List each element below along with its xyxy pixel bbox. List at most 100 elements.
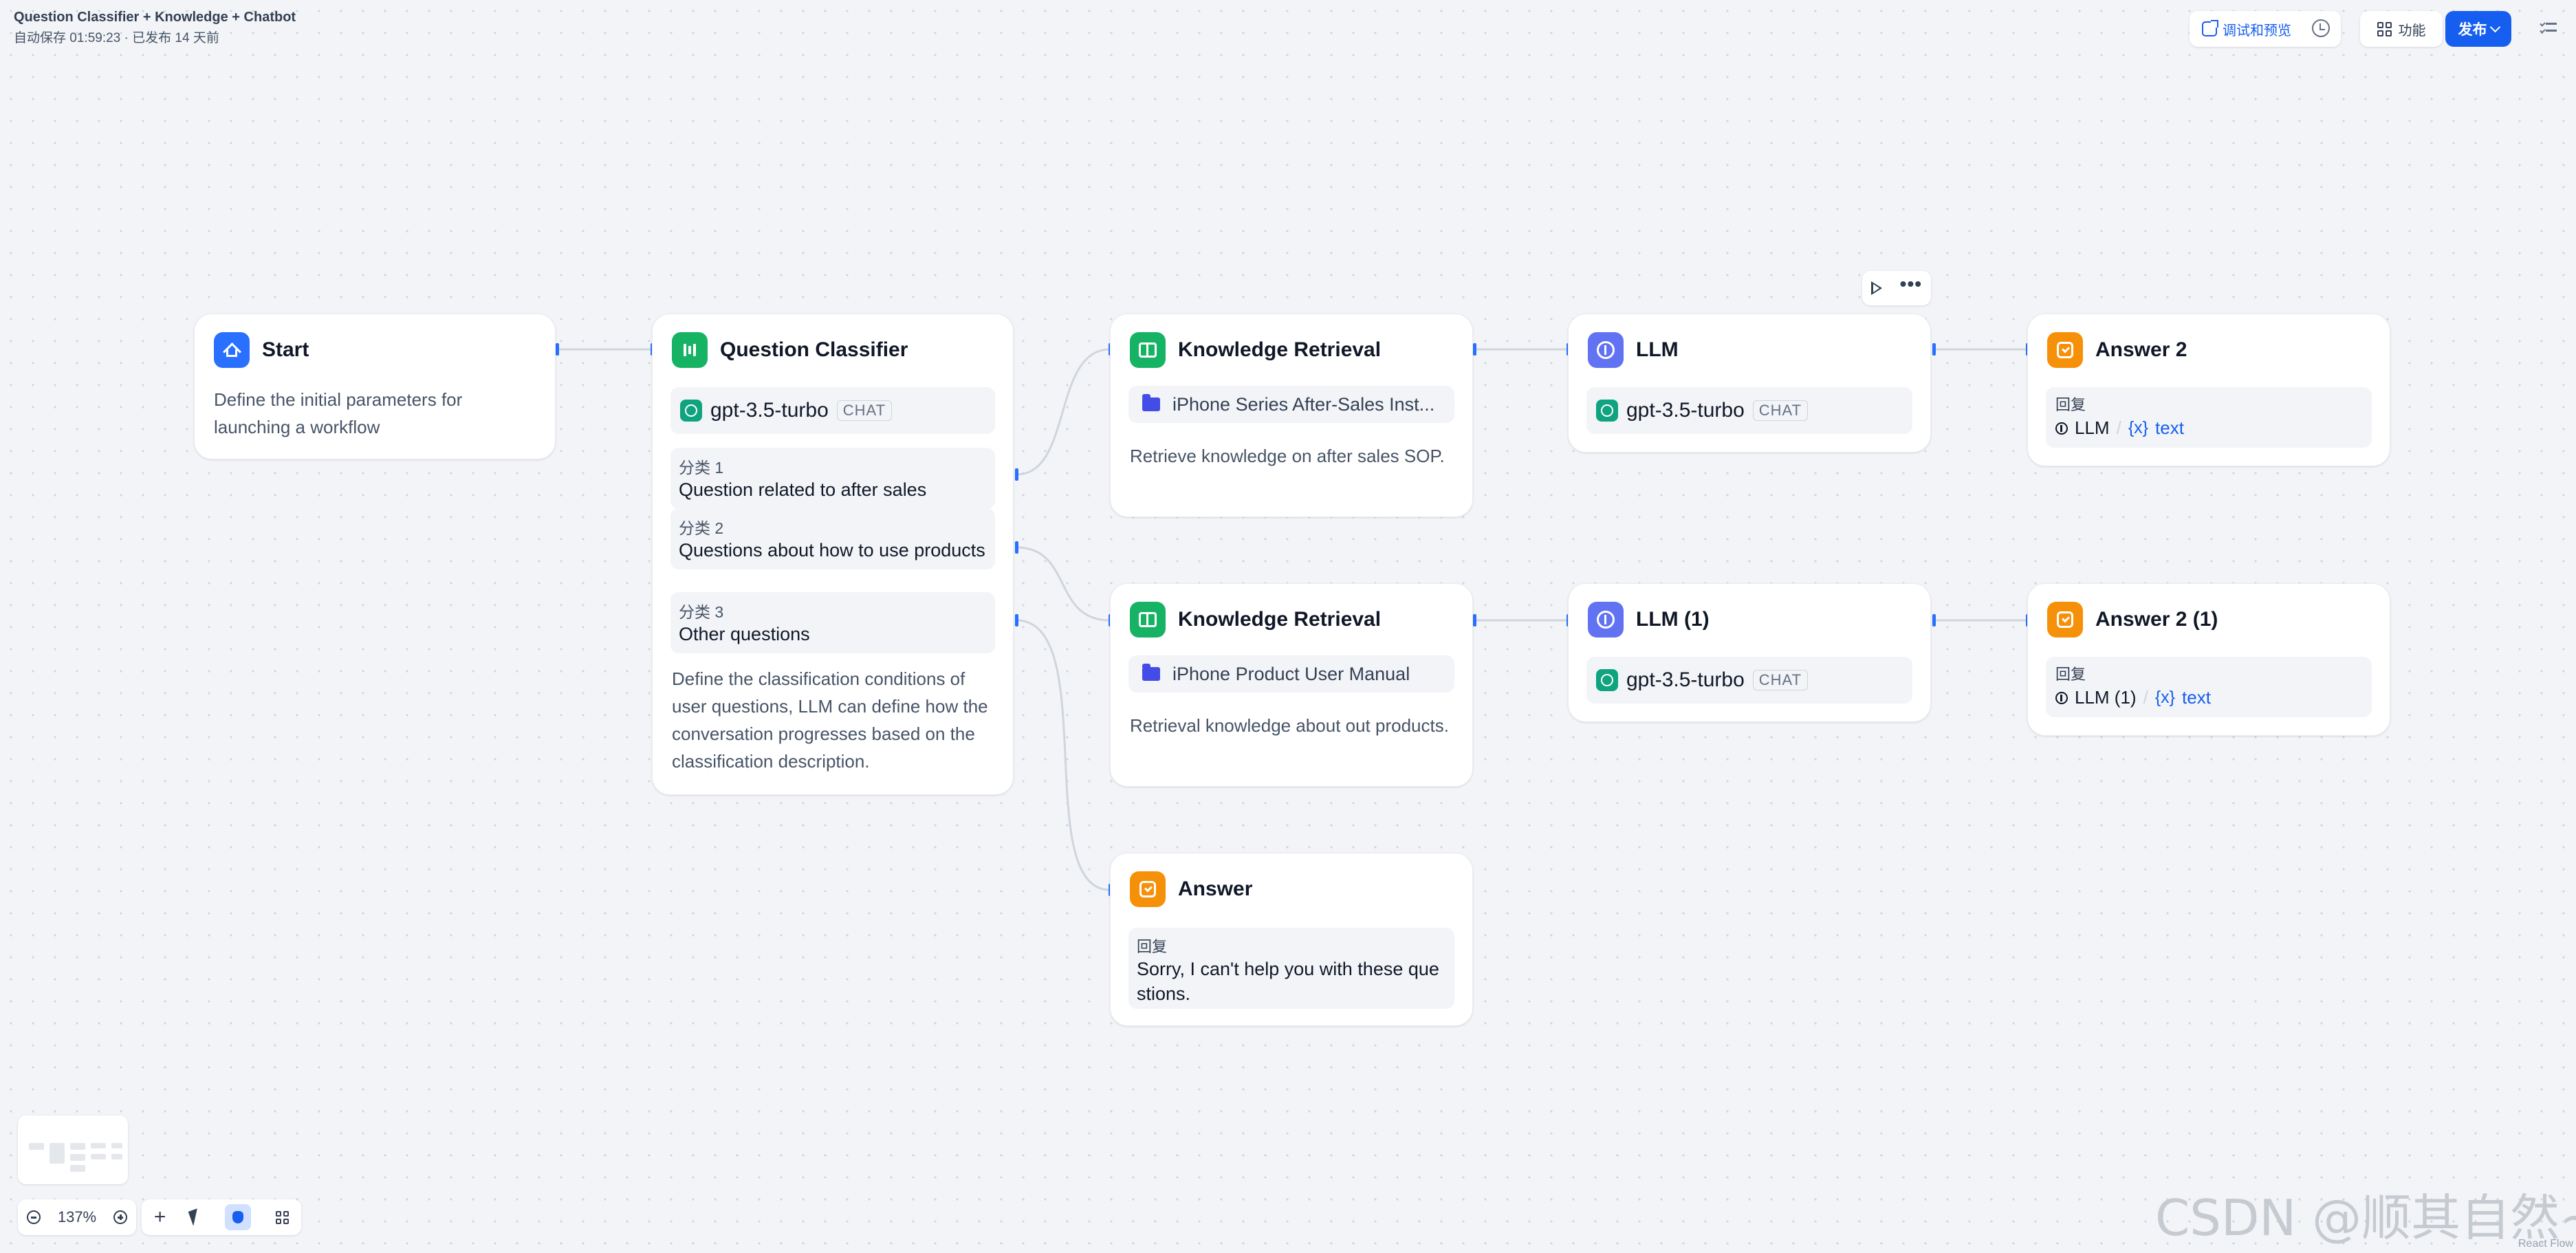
class-text: Question related to after sales [679,479,927,500]
model-mode-badge: CHAT [1752,670,1809,690]
chevron-down-icon [2489,21,2500,32]
watermark: CSDN @顺其自然~ [2155,1189,2576,1247]
app-title: Question Classifier + Knowledge + Chatbo… [14,10,296,25]
knowledge-retrieval-node-2[interactable]: Knowledge Retrieval iPhone Product User … [1110,583,1473,787]
node-description: Retrieve knowledge on after sales SOP. [1130,446,1445,466]
class-text: Questions about how to use products [679,540,985,560]
node-title: Knowledge Retrieval [1178,608,1382,631]
llm-icon [2055,691,2068,704]
model-selector[interactable]: gpt-3.5-turbo CHAT [1586,657,1912,704]
node-title: LLM [1636,338,1679,361]
book-icon [1130,332,1166,368]
edge-class2-kr2 [1016,546,1111,622]
dataset-name: iPhone Product User Manual [1172,663,1410,684]
class-item-2[interactable]: 分类 2 Questions about how to use products [670,508,995,569]
history-icon[interactable] [2312,19,2330,37]
class-label: 分类 1 [679,459,724,477]
feature-button[interactable]: 功能 [2360,11,2443,47]
dataset-item[interactable]: iPhone Product User Manual [1128,655,1454,693]
question-classifier-node[interactable]: Question Classifier gpt-3.5-turbo CHAT 分… [652,314,1014,795]
llm-node[interactable]: LLM gpt-3.5-turbo CHAT [1568,314,1931,453]
llm-source-handle[interactable] [1932,343,1936,356]
start-source-handle[interactable] [556,343,559,356]
separator: / [2116,417,2121,438]
dataset-item[interactable]: iPhone Series After-Sales Inst... [1128,386,1454,423]
node-title: Answer 2 (1) [2095,608,2218,631]
hand-icon[interactable] [225,1204,252,1230]
zoom-in-icon[interactable] [113,1210,128,1224]
class2-source-handle[interactable] [1015,541,1018,554]
answer-icon [2047,602,2083,638]
zoom-level[interactable]: 137% [58,1208,96,1226]
class-text: Other questions [679,624,810,644]
reply-box: 回复 Sorry, I can't help you with these qu… [1128,928,1454,1009]
answer-2-1-node[interactable]: Answer 2 (1) 回复 LLM (1) / {x} text [2027,583,2390,736]
classifier-icon [672,332,708,368]
model-selector[interactable]: gpt-3.5-turbo CHAT [1586,387,1912,434]
answer-icon [1130,871,1166,907]
model-name: gpt-3.5-turbo [1626,399,1745,422]
node-title: Question Classifier [720,338,908,361]
llm1-source-handle[interactable] [1932,614,1936,626]
reply-text: Sorry, I can't help you with these quest… [1137,959,1439,1004]
class3-source-handle[interactable] [1015,614,1018,626]
class-item-3[interactable]: 分类 3 Other questions [670,592,995,653]
book-icon [1130,602,1166,638]
reply-label: 回复 [2055,396,2086,413]
model-selector[interactable]: gpt-3.5-turbo CHAT [670,387,995,434]
start-node[interactable]: Start Define the initial parameters for … [194,314,556,459]
model-name: gpt-3.5-turbo [710,399,829,422]
reply-label: 回复 [1137,938,1168,955]
variable-reference[interactable]: LLM / {x} text [2055,417,2362,439]
kr1-source-handle[interactable] [1473,343,1476,356]
publish-button[interactable]: 发布 [2445,11,2511,47]
external-link-icon [2202,20,2218,36]
brain-icon [1588,602,1624,638]
node-title: Answer 2 [2095,338,2187,361]
openai-icon [680,400,702,422]
debug-preview-label: 调试和预览 [2223,23,2291,39]
pointer-icon[interactable] [188,1208,203,1226]
zoom-out-icon[interactable] [26,1210,41,1224]
checklist-icon[interactable] [2540,21,2557,36]
node-title: Start [262,338,309,361]
kr2-source-handle[interactable] [1473,614,1476,626]
dataset-name: iPhone Series After-Sales Inst... [1172,393,1435,415]
zoom-controls: 137% [18,1199,136,1235]
react-flow-attribution[interactable]: React Flow [2518,1238,2573,1250]
node-title: LLM (1) [1636,608,1710,631]
node-description: Define the initial parameters for launch… [214,389,463,437]
edge-class1-kr1 [1016,348,1111,476]
llm-icon [2055,422,2068,435]
class1-source-handle[interactable] [1015,468,1018,481]
variable-node: LLM (1) [2075,687,2137,708]
play-icon[interactable] [1870,281,1882,295]
folder-icon [1142,664,1160,681]
feature-label: 功能 [2398,23,2426,39]
variable-reference[interactable]: LLM (1) / {x} text [2055,687,2362,708]
answer-node[interactable]: Answer 回复 Sorry, I can't help you with t… [1110,853,1473,1026]
answer-2-node[interactable]: Answer 2 回复 LLM / {x} text [2027,314,2390,466]
grid-icon [2377,21,2392,36]
node-description: Retrieval knowledge about out products. [1130,715,1449,736]
home-icon [214,332,250,368]
variable-name: text [2155,417,2184,438]
brain-icon [1588,332,1624,368]
openai-icon [1596,400,1618,422]
class-item-1[interactable]: 分类 1 Question related to after sales [670,448,995,509]
llm-1-node[interactable]: LLM (1) gpt-3.5-turbo CHAT [1568,583,1931,722]
node-toolbar: ••• [1862,271,1931,305]
model-name: gpt-3.5-turbo [1626,668,1745,691]
add-node-icon[interactable]: + [154,1207,166,1228]
variable-icon: {x} [2128,418,2149,437]
minimap[interactable] [18,1115,128,1184]
reply-box: 回复 LLM / {x} text [2046,387,2372,448]
more-icon[interactable]: ••• [1900,274,1922,294]
node-description: Define the classification conditions of … [672,668,988,772]
reply-label: 回复 [2055,666,2086,683]
canvas-toolbar: + [142,1199,301,1235]
organize-layout-icon[interactable] [276,1210,290,1224]
knowledge-retrieval-node-1[interactable]: Knowledge Retrieval iPhone Series After-… [1110,314,1473,517]
edge-class3-answer [1016,619,1111,891]
autosave-status: 自动保存 01:59:23 · 已发布 14 天前 [14,31,219,45]
